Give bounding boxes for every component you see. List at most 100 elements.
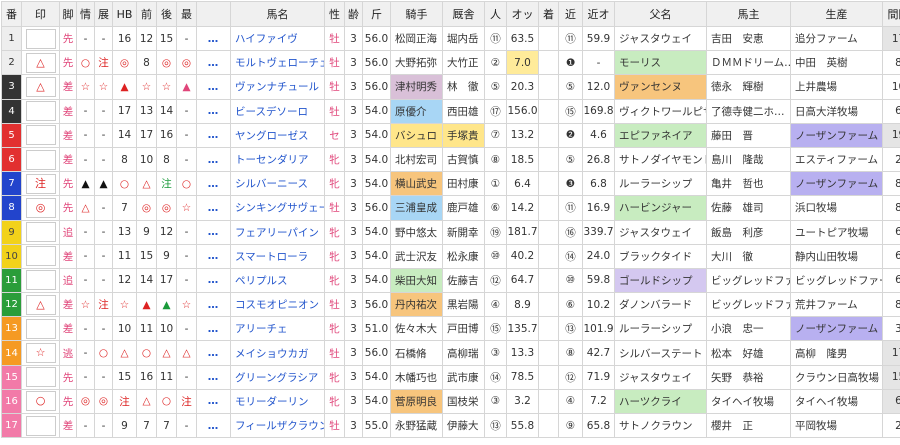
more-link[interactable]: … xyxy=(197,365,231,389)
prediction-mark[interactable] xyxy=(22,27,60,51)
column-header[interactable]: 印 xyxy=(22,2,60,27)
horse-name-link[interactable]: フィールザクラウン xyxy=(231,414,325,438)
column-header[interactable]: 近 xyxy=(559,2,583,27)
horse-name-link[interactable]: フェアリーパイン xyxy=(231,220,325,244)
column-header[interactable]: 後 xyxy=(157,2,177,27)
mark-box[interactable] xyxy=(26,246,56,266)
horse-name-link[interactable]: シルバーニース xyxy=(231,172,325,196)
column-header[interactable]: 番 xyxy=(2,2,22,27)
column-header[interactable]: 間隔 xyxy=(883,2,900,27)
odds: 64.7 xyxy=(507,268,539,292)
column-header[interactable]: 着 xyxy=(539,2,559,27)
column-header[interactable]: 斤 xyxy=(363,2,391,27)
mark-box[interactable]: ☆ xyxy=(26,343,56,363)
more-link[interactable]: … xyxy=(197,341,231,365)
horse-name-link[interactable]: モルトヴェローチェ xyxy=(231,51,325,75)
mark-box[interactable] xyxy=(26,270,56,290)
column-header[interactable]: 騎手 xyxy=(391,2,443,27)
column-header[interactable]: 前 xyxy=(137,2,157,27)
horse-name-link[interactable]: シンキングサヴェージ xyxy=(231,196,325,220)
horse-name-link[interactable]: ビースデソーロ xyxy=(231,99,325,123)
hb-value: ○ xyxy=(113,172,137,196)
tenkai-mark: - xyxy=(95,147,113,171)
mark-box[interactable]: △ xyxy=(26,53,56,73)
column-header[interactable]: 齢 xyxy=(345,2,363,27)
column-header[interactable]: 人 xyxy=(485,2,507,27)
sire: ハーツクライ xyxy=(615,389,707,413)
mark-box[interactable]: ◎ xyxy=(26,198,56,218)
mark-box[interactable] xyxy=(26,101,56,121)
column-header[interactable]: 脚 xyxy=(60,2,77,27)
column-header[interactable] xyxy=(197,2,231,27)
mark-box[interactable] xyxy=(26,150,56,170)
prediction-mark[interactable] xyxy=(22,244,60,268)
horse-name-link[interactable]: トーセンダリア xyxy=(231,147,325,171)
horse-name-link[interactable]: ハイファイヴ xyxy=(231,27,325,51)
column-header[interactable]: 展 xyxy=(95,2,113,27)
prediction-mark[interactable] xyxy=(22,317,60,341)
mark-box[interactable]: 注 xyxy=(26,174,56,194)
column-header[interactable]: 父名 xyxy=(615,2,707,27)
prediction-mark[interactable]: △ xyxy=(22,75,60,99)
mark-box[interactable]: △ xyxy=(26,77,56,97)
more-link[interactable]: … xyxy=(197,147,231,171)
horse-name-link[interactable]: ヤングローゼス xyxy=(231,123,325,147)
more-link[interactable]: … xyxy=(197,172,231,196)
more-link[interactable]: … xyxy=(197,75,231,99)
more-link[interactable]: … xyxy=(197,27,231,51)
recent-rank: ❶ xyxy=(559,51,583,75)
prediction-mark[interactable] xyxy=(22,123,60,147)
prediction-mark[interactable] xyxy=(22,147,60,171)
more-link[interactable]: … xyxy=(197,317,231,341)
prediction-mark[interactable]: ◎ xyxy=(22,196,60,220)
column-header[interactable]: 近オ xyxy=(583,2,615,27)
prediction-mark[interactable] xyxy=(22,99,60,123)
prediction-mark[interactable]: △ xyxy=(22,293,60,317)
column-header[interactable]: HB xyxy=(113,2,137,27)
more-link[interactable]: … xyxy=(197,99,231,123)
prediction-mark[interactable] xyxy=(22,365,60,389)
column-header[interactable]: 厩舎 xyxy=(443,2,485,27)
info-mark: - xyxy=(77,317,95,341)
more-link[interactable]: … xyxy=(197,414,231,438)
mark-box[interactable] xyxy=(26,416,56,436)
horse-name-link[interactable]: モリーダーリン xyxy=(231,389,325,413)
mark-box[interactable] xyxy=(26,222,56,242)
prediction-mark[interactable]: ☆ xyxy=(22,341,60,365)
mark-box[interactable] xyxy=(26,367,56,387)
column-header[interactable]: 情 xyxy=(77,2,95,27)
mark-box[interactable] xyxy=(26,319,56,339)
prediction-mark[interactable]: 注 xyxy=(22,172,60,196)
prediction-mark[interactable]: △ xyxy=(22,51,60,75)
column-header[interactable]: 馬主 xyxy=(707,2,791,27)
more-link[interactable]: … xyxy=(197,268,231,292)
more-link[interactable]: … xyxy=(197,196,231,220)
more-link[interactable]: … xyxy=(197,389,231,413)
mark-box[interactable]: ○ xyxy=(26,391,56,411)
column-header[interactable]: オッ xyxy=(507,2,539,27)
prediction-mark[interactable] xyxy=(22,414,60,438)
mark-box[interactable] xyxy=(26,29,56,49)
mark-box[interactable]: △ xyxy=(26,295,56,315)
more-link[interactable]: … xyxy=(197,244,231,268)
column-header[interactable]: 生産 xyxy=(791,2,883,27)
owner: 櫻井 正 xyxy=(707,414,791,438)
horse-name-link[interactable]: コスモオピニオン xyxy=(231,293,325,317)
prediction-mark[interactable]: ○ xyxy=(22,389,60,413)
prediction-mark[interactable] xyxy=(22,268,60,292)
horse-name-link[interactable]: スマートローラ xyxy=(231,244,325,268)
column-header[interactable]: 最 xyxy=(177,2,197,27)
more-link[interactable]: … xyxy=(197,123,231,147)
column-header[interactable]: 性 xyxy=(325,2,345,27)
more-link[interactable]: … xyxy=(197,220,231,244)
mark-box[interactable] xyxy=(26,125,56,145)
more-link[interactable]: … xyxy=(197,293,231,317)
horse-name-link[interactable]: グリーングラシア xyxy=(231,365,325,389)
column-header[interactable]: 馬名 xyxy=(231,2,325,27)
more-link[interactable]: … xyxy=(197,51,231,75)
horse-name-link[interactable]: アリーチェ xyxy=(231,317,325,341)
horse-name-link[interactable]: ヴァンナチュール xyxy=(231,75,325,99)
horse-name-link[interactable]: メイショウカガ xyxy=(231,341,325,365)
horse-name-link[interactable]: ペリプルス xyxy=(231,268,325,292)
prediction-mark[interactable] xyxy=(22,220,60,244)
